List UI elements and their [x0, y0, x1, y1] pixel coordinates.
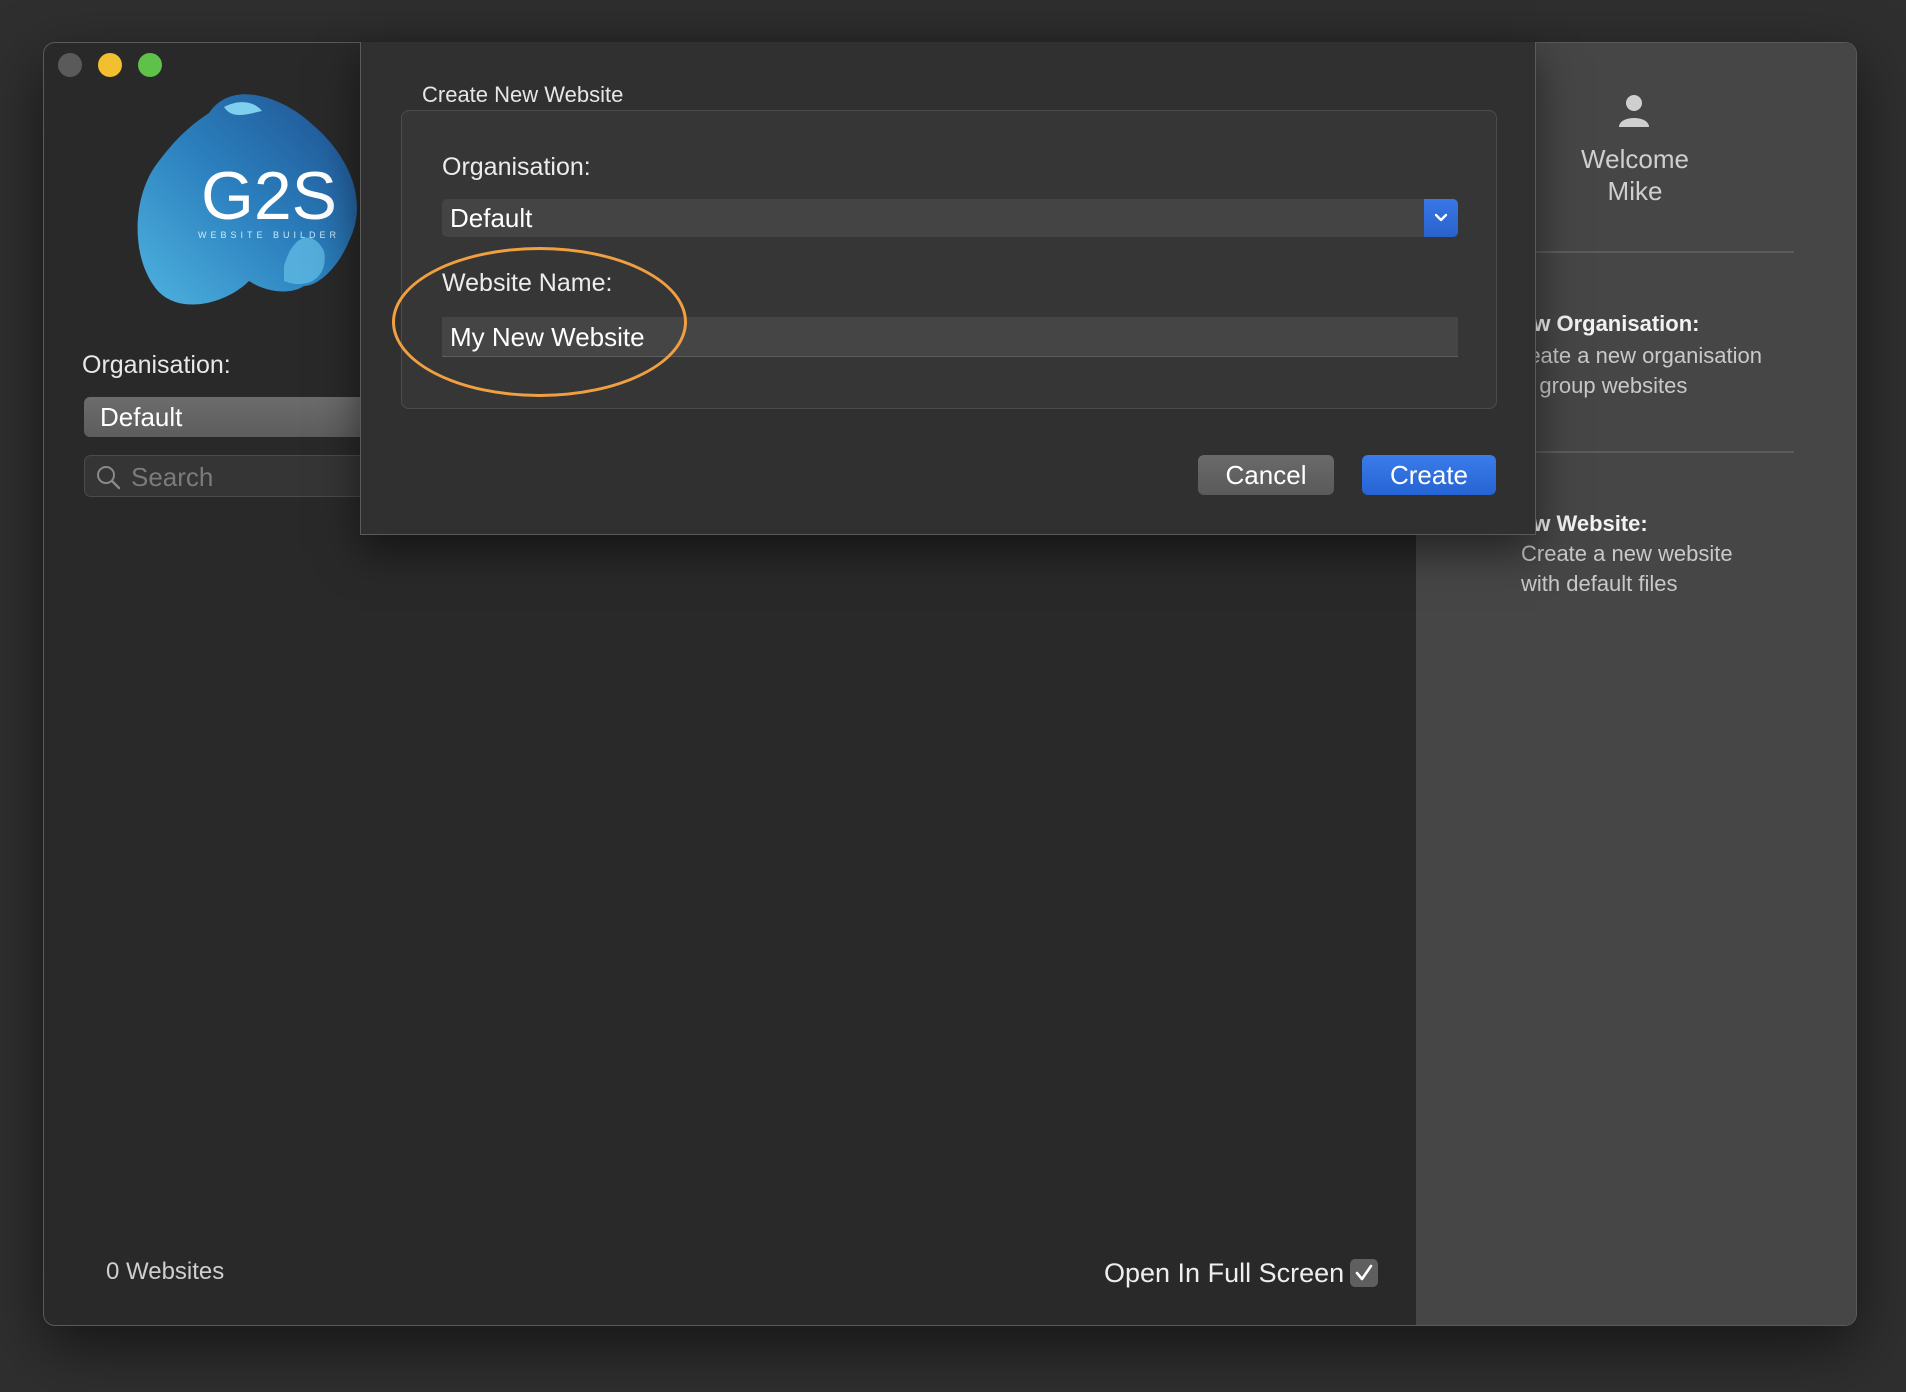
welcome-text: Welcome Mike [1496, 143, 1774, 207]
dialog-organisation-select[interactable]: Default [442, 199, 1458, 237]
welcome-line: Welcome [1581, 144, 1689, 174]
open-full-screen-checkbox[interactable] [1350, 1259, 1378, 1287]
help-line: reate a new organisation [1521, 343, 1762, 368]
help-line: Create a new website [1521, 541, 1733, 566]
help-line: o group websites [1521, 373, 1688, 398]
help-new-organisation-text: reate a new organisation o group website… [1521, 341, 1821, 401]
window-minimize-button[interactable] [98, 53, 122, 77]
checkmark-icon [1355, 1264, 1373, 1281]
g2s-logo: G2S WEBSITE BUILDER [137, 94, 357, 305]
create-website-dialog: Create New Website Organisation: Default… [360, 42, 1536, 535]
window-close-button[interactable] [58, 53, 82, 77]
dialog-title: Create New Website [422, 82, 624, 107]
sidebar-organisation-select[interactable]: Default [84, 397, 404, 437]
dialog-organisation-label: Organisation: [442, 153, 591, 181]
website-name-input[interactable]: My New Website [442, 317, 1458, 357]
help-new-website-text: Create a new website with default files [1521, 539, 1821, 599]
help-new-website-title: ew Website: [1521, 511, 1648, 536]
search-placeholder: Search [131, 462, 214, 492]
window-maximize-button[interactable] [138, 53, 162, 77]
logo-wordmark: G2S [201, 158, 337, 234]
open-full-screen-label: Open In Full Screen [1104, 1258, 1345, 1288]
websites-count: 0 Websites [106, 1258, 225, 1285]
website-name-label: Website Name: [442, 269, 613, 297]
create-button[interactable]: Create [1362, 455, 1496, 495]
dialog-organisation-value: Default [450, 203, 533, 233]
dialog-form-group: Organisation: Default Website Name: My N… [401, 110, 1497, 409]
chevron-down-icon [1434, 213, 1448, 222]
help-line: with default files [1521, 571, 1678, 596]
sidebar-organisation-label: Organisation: [82, 351, 231, 379]
help-new-organisation-title: ew Organisation: [1521, 311, 1700, 336]
logo-tagline: WEBSITE BUILDER [198, 230, 340, 240]
user-icon [1619, 95, 1649, 127]
cancel-button[interactable]: Cancel [1198, 455, 1334, 495]
search-field[interactable]: Search [84, 455, 404, 497]
user-name: Mike [1607, 176, 1663, 206]
search-icon [97, 466, 121, 490]
dropdown-button[interactable] [1424, 199, 1458, 237]
